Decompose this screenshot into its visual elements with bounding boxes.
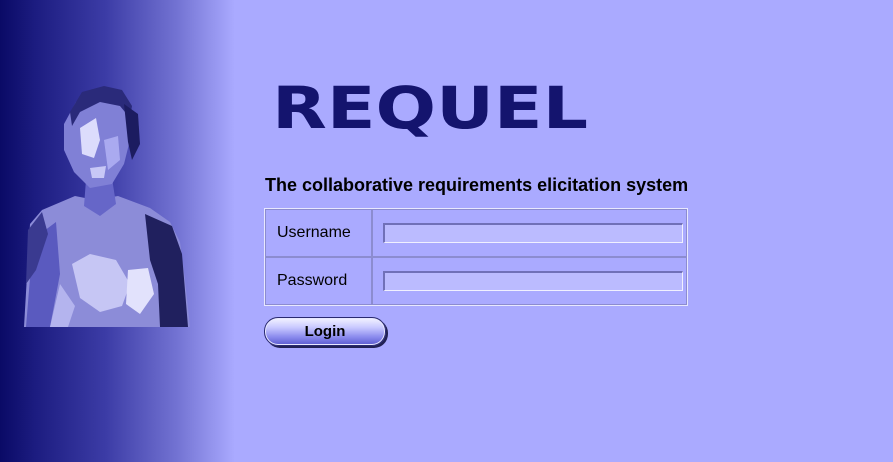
- username-cell: [372, 209, 687, 257]
- statue-figure-image: [24, 86, 190, 327]
- svg-text:REQUEL: REQUEL: [272, 78, 588, 140]
- login-form: Username Password: [264, 208, 688, 306]
- username-input[interactable]: [383, 223, 683, 243]
- username-label: Username: [265, 209, 372, 257]
- requel-logo: REQUEL: [272, 78, 588, 140]
- page-tagline: The collaborative requirements elicitati…: [265, 175, 689, 195]
- password-row: Password: [265, 257, 687, 305]
- password-label: Password: [265, 257, 372, 305]
- password-input[interactable]: [383, 271, 683, 291]
- username-row: Username: [265, 209, 687, 257]
- login-button[interactable]: Login: [264, 317, 386, 346]
- password-cell: [372, 257, 687, 305]
